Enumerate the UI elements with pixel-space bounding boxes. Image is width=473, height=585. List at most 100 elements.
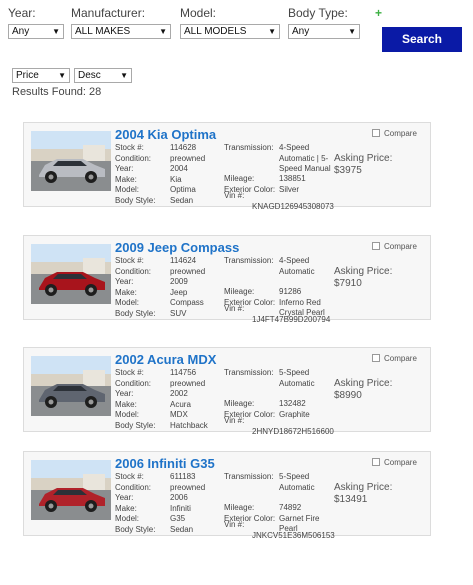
- stock-value: 114628: [170, 143, 197, 152]
- chevron-down-icon: ▼: [58, 71, 66, 80]
- stock-label: Stock #:: [115, 256, 144, 265]
- make-value: Infiniti: [170, 503, 191, 513]
- year-field-label: Year:: [115, 277, 134, 286]
- vin-value: 1J4FT47B99D200794: [252, 315, 331, 324]
- body-style-label: Body Style:: [115, 308, 156, 318]
- listing-title[interactable]: 2004 Kia Optima: [115, 127, 216, 142]
- mileage-label: Mileage:: [224, 503, 255, 512]
- checkbox-icon[interactable]: [372, 129, 380, 137]
- manufacturer-select[interactable]: ALL MAKES ▼: [71, 24, 171, 39]
- transmission-label: Transmission:: [224, 143, 274, 152]
- year-field-label: Year:: [115, 493, 134, 502]
- chevron-down-icon: ▼: [52, 27, 60, 36]
- model-select[interactable]: ALL MODELS ▼: [180, 24, 280, 39]
- model-field-label: Model:: [115, 185, 140, 194]
- model-field-label: Model:: [115, 298, 140, 307]
- listing-card: 2004 Kia Optima Stock #: 114628 Conditio…: [23, 122, 431, 211]
- checkbox-icon[interactable]: [372, 354, 380, 362]
- sort-field-select[interactable]: Price ▼: [12, 68, 70, 83]
- compare-checkbox[interactable]: Compare: [372, 458, 417, 467]
- body-style-value: SUV: [170, 308, 187, 318]
- body-style-value: Sedan: [170, 524, 194, 534]
- compare-checkbox[interactable]: Compare: [372, 129, 417, 138]
- year-value: 2006: [170, 493, 188, 502]
- car-photo[interactable]: [31, 356, 111, 416]
- condition-value: preowned: [170, 153, 206, 163]
- compare-label: Compare: [384, 458, 417, 467]
- transmission-label: Transmission:: [224, 368, 274, 377]
- asking-price-value: $3975: [334, 165, 362, 176]
- year-field-label: Year:: [115, 389, 134, 398]
- make-label: Make:: [115, 399, 137, 409]
- listing-title[interactable]: 2006 Infiniti G35: [115, 456, 215, 471]
- year-value: 2009: [170, 277, 188, 286]
- compare-checkbox[interactable]: Compare: [372, 242, 417, 251]
- transmission-label: Transmission:: [224, 472, 274, 481]
- mileage-value: 74892: [279, 503, 302, 512]
- checkbox-icon[interactable]: [372, 242, 380, 250]
- year-select-value: Any: [12, 26, 30, 37]
- search-button[interactable]: Search: [382, 27, 462, 52]
- stock-label: Stock #:: [115, 472, 144, 481]
- body-type-select-value: Any: [292, 26, 310, 37]
- asking-price-label: Asking Price:: [334, 482, 393, 493]
- make-value: Acura: [170, 399, 191, 409]
- vin-label: Vin #:: [224, 416, 245, 425]
- body-style-label: Body Style:: [115, 420, 156, 430]
- add-filter-button[interactable]: +: [375, 6, 382, 20]
- model-value: G35: [170, 514, 186, 523]
- chevron-down-icon: ▼: [268, 27, 276, 36]
- sort-order-select[interactable]: Desc ▼: [74, 68, 132, 83]
- transmission-value: 4-Speed Automatic: [279, 256, 315, 276]
- vin-label: Vin #:: [224, 520, 245, 529]
- vin-value: 2HNYD18672H516600: [252, 427, 334, 436]
- condition-label: Condition:: [115, 378, 152, 388]
- listing-card: 2006 Infiniti G35 Stock #: 611183 Condit…: [23, 451, 431, 540]
- sort-order-value: Desc: [78, 70, 101, 81]
- car-photo[interactable]: [31, 131, 111, 191]
- checkbox-icon[interactable]: [372, 458, 380, 466]
- model-field-label: Model:: [115, 410, 140, 419]
- year-field-label: Year:: [115, 164, 134, 173]
- compare-label: Compare: [384, 354, 417, 363]
- body-type-label: Body Type:: [288, 6, 348, 20]
- stock-value: 114624: [170, 256, 197, 265]
- stock-value: 611183: [170, 472, 196, 481]
- exterior-color-value: Graphite: [279, 409, 310, 419]
- transmission-value: 5-Speed Automatic: [279, 472, 315, 492]
- sort-field-value: Price: [16, 70, 39, 81]
- car-photo-image: [31, 244, 111, 304]
- make-label: Make:: [115, 287, 137, 297]
- manufacturer-label: Manufacturer:: [71, 6, 146, 20]
- car-photo-image: [31, 131, 111, 191]
- car-photo[interactable]: [31, 460, 111, 520]
- transmission-label: Transmission:: [224, 256, 274, 265]
- condition-label: Condition:: [115, 266, 152, 276]
- chevron-down-icon: ▼: [159, 27, 167, 36]
- car-photo-image: [31, 356, 111, 416]
- model-select-value: ALL MODELS: [184, 26, 247, 37]
- asking-price-label: Asking Price:: [334, 378, 393, 389]
- mileage-value: 91286: [279, 287, 302, 296]
- compare-checkbox[interactable]: Compare: [372, 354, 417, 363]
- listing-title[interactable]: 2009 Jeep Compass: [115, 240, 239, 255]
- make-value: Kia: [170, 174, 182, 184]
- body-style-value: Hatchback: [170, 420, 208, 430]
- car-photo[interactable]: [31, 244, 111, 304]
- condition-value: preowned: [170, 378, 206, 388]
- model-label: Model:: [180, 6, 217, 20]
- mileage-label: Mileage:: [224, 174, 255, 183]
- year-select[interactable]: Any ▼: [8, 24, 64, 39]
- car-photo-image: [31, 460, 111, 520]
- condition-value: preowned: [170, 482, 206, 492]
- make-label: Make:: [115, 503, 137, 513]
- listing-title[interactable]: 2002 Acura MDX: [115, 352, 216, 367]
- transmission-value: 4-Speed Automatic | 5-Speed Manual: [279, 143, 331, 173]
- stock-value: 114756: [170, 368, 197, 377]
- condition-label: Condition:: [115, 153, 152, 163]
- stock-label: Stock #:: [115, 368, 144, 377]
- body-type-select[interactable]: Any ▼: [288, 24, 360, 39]
- make-value: Jeep: [170, 287, 188, 297]
- mileage-value: 138851: [279, 174, 306, 183]
- asking-price-label: Asking Price:: [334, 266, 393, 277]
